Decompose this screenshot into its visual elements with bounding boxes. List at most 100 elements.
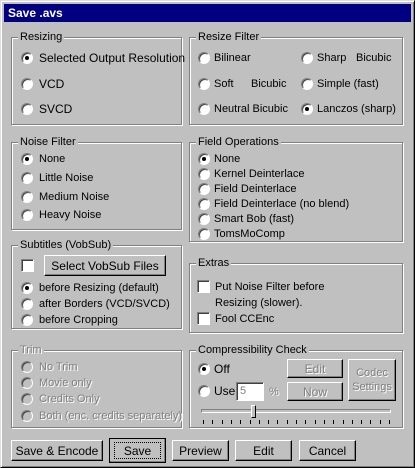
compressibility-use-label[interactable]: Use (214, 384, 235, 398)
slider-tick (240, 420, 241, 424)
resizing-selected-output-radio[interactable] (21, 52, 33, 64)
filter-lanczos-label[interactable]: Lanczos (sharp) (317, 102, 396, 116)
filter-soft-bicubic-radio[interactable] (198, 78, 210, 90)
filter-sharp-bicubic-radio[interactable] (301, 52, 313, 64)
subtitles-after-borders-radio[interactable] (21, 298, 33, 310)
resizing-selected-output-label[interactable]: Selected Output Resolution (39, 51, 185, 65)
noise-heavy-label[interactable]: Heavy Noise (39, 208, 101, 222)
slider-tick (250, 420, 251, 424)
field-smartbob-radio[interactable] (198, 213, 210, 225)
slider-tick (268, 420, 269, 424)
resizing-vcd-radio[interactable] (21, 78, 33, 90)
filter-soft-label[interactable]: Soft (214, 77, 234, 91)
codec-settings-line2: Settings (352, 381, 392, 393)
edit-compressibility-button[interactable]: Edit (287, 359, 343, 378)
filter-bilinear-label[interactable]: Bilinear (214, 51, 251, 65)
field-none-label[interactable]: None (214, 152, 240, 166)
slider-tick (361, 420, 362, 424)
filter-simple-label[interactable]: Simple (fast) (317, 77, 379, 91)
slider-tick (212, 420, 213, 424)
compressibility-slider-thumb[interactable] (251, 405, 256, 418)
noise-before-resizing-label-2[interactable]: Resizing (slower). (215, 296, 302, 310)
resizing-svcd-label[interactable]: SVCD (39, 102, 72, 116)
trim-movie-only-radio (21, 377, 33, 389)
field-deinterlace-radio[interactable] (198, 183, 210, 195)
save-avs-dialog: Save .avs Resizing Selected Output Resol… (0, 0, 415, 468)
field-deinterlace-noblend-radio[interactable] (198, 198, 210, 210)
compressibility-legend: Compressibility Check (196, 343, 309, 357)
field-smartbob-label[interactable]: Smart Bob (fast) (214, 212, 294, 226)
noise-little-label[interactable]: Little Noise (39, 171, 93, 185)
filter-neutral-bicubic-radio[interactable] (198, 103, 210, 115)
save-and-encode-button[interactable]: Save & Encode (11, 440, 103, 461)
compressibility-off-label[interactable]: Off (214, 362, 230, 376)
noise-before-resizing-checkbox[interactable] (197, 280, 210, 293)
noise-filter-legend: Noise Filter (18, 135, 78, 149)
trim-both-label: Both (enc. credits separately) (39, 410, 183, 422)
subtitles-before-cropping-radio[interactable] (21, 314, 33, 326)
field-tomsmocomp-label[interactable]: TomsMoComp (214, 227, 285, 241)
field-kernel-radio[interactable] (198, 168, 210, 180)
field-tomsmocomp-radio[interactable] (198, 228, 210, 240)
compressibility-off-radio[interactable] (198, 363, 210, 375)
trim-legend: Trim (18, 343, 44, 357)
filter-simple-radio[interactable] (301, 78, 313, 90)
filter-lanczos-radio[interactable] (301, 103, 313, 115)
extras-legend: Extras (196, 256, 232, 270)
slider-tick (296, 420, 297, 424)
save-button[interactable]: Save (109, 438, 166, 463)
slider-tick (287, 420, 288, 424)
preview-button[interactable]: Preview (172, 440, 229, 461)
slider-tick (203, 420, 204, 424)
noise-before-resizing-label[interactable]: Put Noise Filter before (215, 280, 324, 294)
filter-sharp-bicubic-label[interactable]: Bicubic (356, 51, 391, 65)
subtitles-before-cropping-label[interactable]: before Cropping (39, 313, 118, 327)
field-operations-legend: Field Operations (196, 135, 281, 149)
noise-none-radio[interactable] (21, 153, 33, 165)
noise-heavy-radio[interactable] (21, 209, 33, 221)
noise-little-radio[interactable] (21, 172, 33, 184)
slider-tick (370, 420, 371, 424)
slider-tick (259, 420, 260, 424)
compressibility-use-radio[interactable] (198, 385, 210, 397)
cancel-button[interactable]: Cancel (299, 440, 356, 461)
resizing-vcd-label[interactable]: VCD (39, 77, 64, 91)
filter-soft-bicubic-label[interactable]: Bicubic (251, 77, 286, 91)
filter-bilinear-radio[interactable] (198, 52, 210, 64)
slider-tick (343, 420, 344, 424)
noise-medium-radio[interactable] (21, 191, 33, 203)
resize-filter-legend: Resize Filter (196, 30, 262, 44)
filter-neutral-bicubic-label[interactable]: Neutral Bicubic (214, 102, 288, 116)
resizing-svcd-radio[interactable] (21, 103, 33, 115)
trim-no-trim-radio (21, 361, 33, 373)
compressibility-slider-track[interactable] (201, 409, 391, 413)
noise-medium-label[interactable]: Medium Noise (39, 190, 109, 204)
edit-button[interactable]: Edit (235, 440, 292, 461)
select-vobsub-button[interactable]: Select VobSub Files (44, 255, 166, 276)
trim-credits-only-radio (21, 393, 33, 405)
trim-movie-only-label: Movie only (39, 377, 92, 389)
now-button[interactable]: Now (287, 382, 343, 401)
subtitles-before-resizing-label[interactable]: before Resizing (default) (39, 281, 159, 295)
trim-no-trim-label: No Trim (39, 361, 78, 373)
compressibility-percent-input[interactable]: 5 (236, 382, 264, 401)
slider-tick (222, 420, 223, 424)
slider-tick (389, 420, 390, 424)
field-none-radio[interactable] (198, 153, 210, 165)
save-button-focus-ring (114, 442, 161, 459)
slider-tick (352, 420, 353, 424)
noise-none-label[interactable]: None (39, 152, 65, 166)
filter-sharp-label[interactable]: Sharp (317, 51, 346, 65)
slider-tick (333, 420, 334, 424)
subtitles-before-resizing-radio[interactable] (21, 282, 33, 294)
codec-settings-button[interactable]: Codec Settings (348, 359, 396, 401)
field-deinterlace-label[interactable]: Field Deinterlace (214, 182, 297, 196)
fool-ccenc-checkbox[interactable] (197, 312, 210, 325)
fool-ccenc-label[interactable]: Fool CCEnc (215, 312, 274, 326)
field-deinterlace-noblend-label[interactable]: Field Deinterlace (no blend) (214, 197, 349, 211)
field-kernel-label[interactable]: Kernel Deinterlace (214, 167, 305, 181)
subtitles-enable-checkbox[interactable] (21, 259, 34, 272)
subtitles-after-borders-label[interactable]: after Borders (VCD/SVCD) (39, 297, 170, 311)
slider-tick (315, 420, 316, 424)
slider-tick (305, 420, 306, 424)
